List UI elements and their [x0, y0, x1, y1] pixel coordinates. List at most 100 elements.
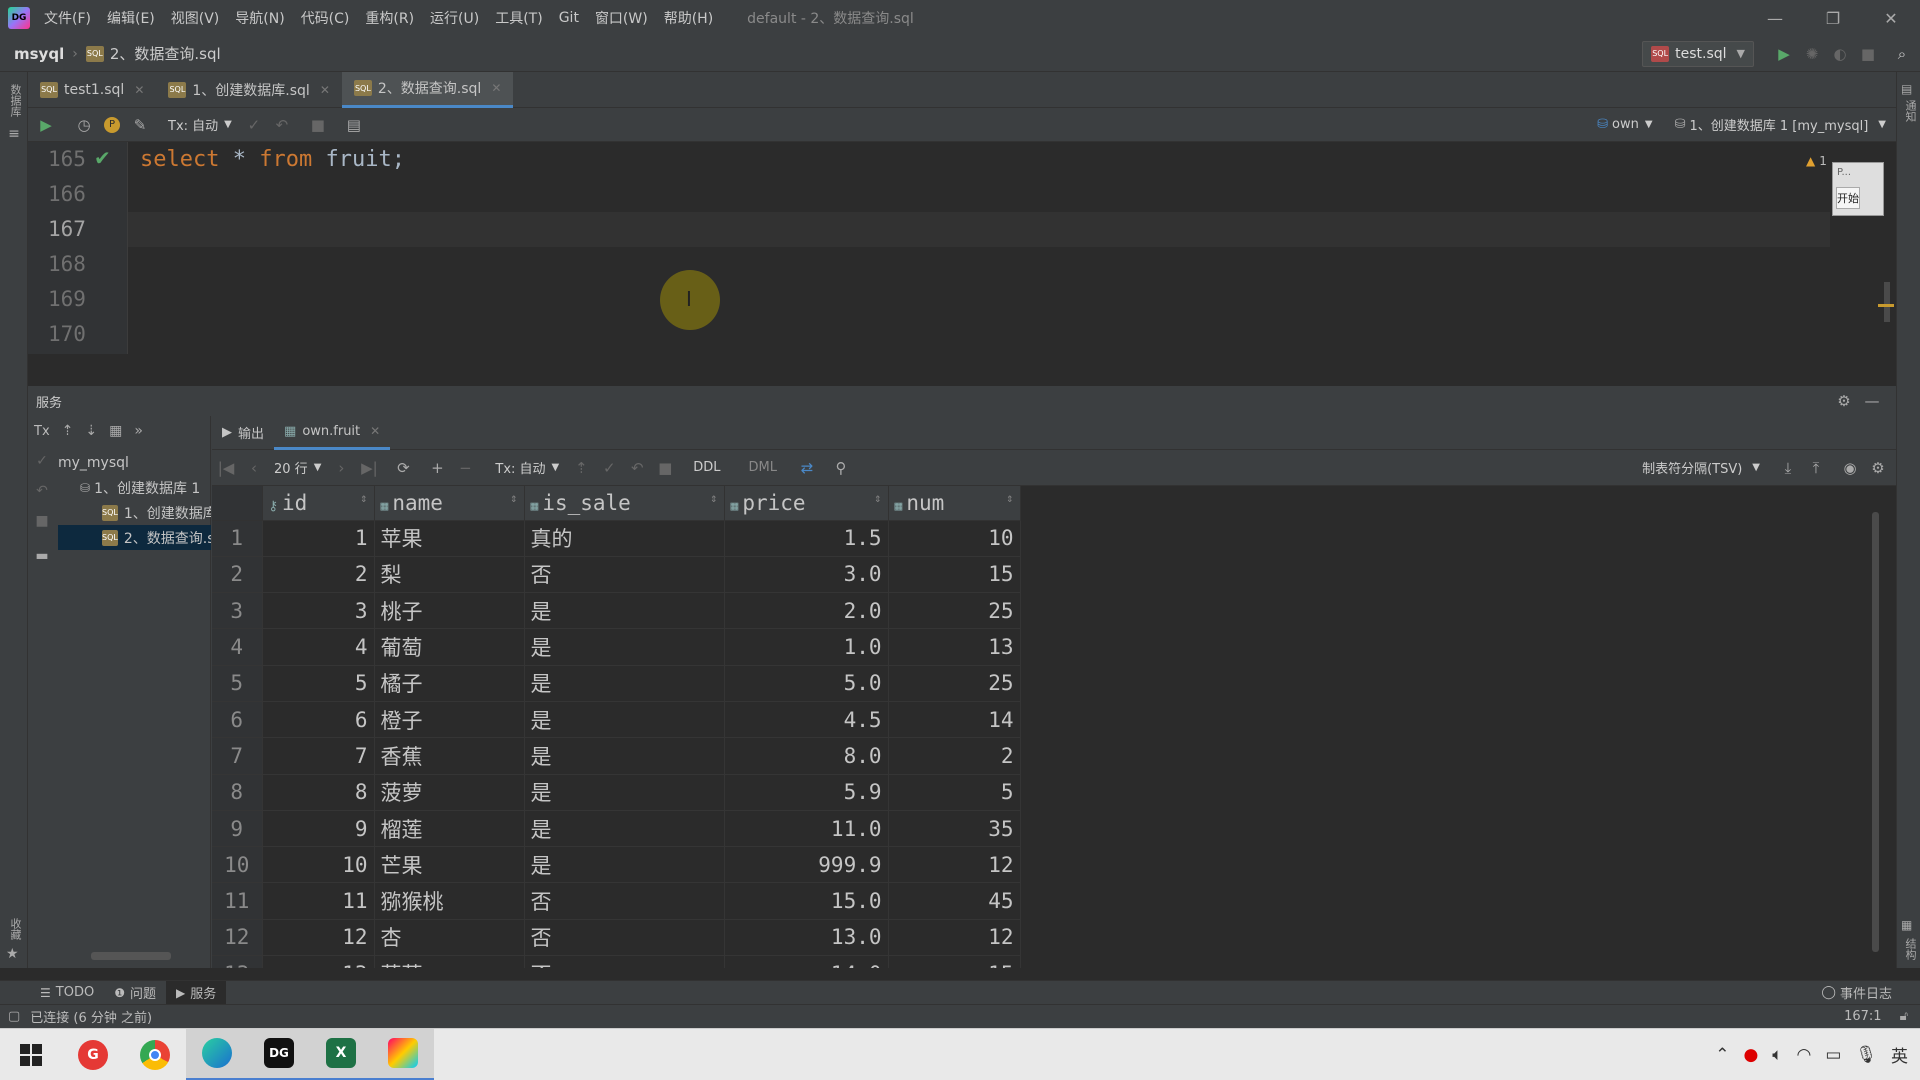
- column-header-price[interactable]: ▦ price ⇕: [724, 486, 889, 521]
- table-cell[interactable]: 5.0: [724, 665, 889, 702]
- warning-indicator[interactable]: ▲ 1: [1806, 154, 1827, 168]
- close-window-button[interactable]: ✕: [1862, 0, 1920, 36]
- table-cell[interactable]: 否: [524, 955, 725, 968]
- menu-item[interactable]: 重构(R): [365, 8, 414, 28]
- menu-item[interactable]: 编辑(E): [107, 8, 155, 28]
- profile-icon[interactable]: P: [98, 111, 126, 139]
- gear-icon[interactable]: ⚙: [1830, 387, 1858, 415]
- column-header-num[interactable]: ▦ num ⇕: [888, 486, 1021, 521]
- rollback-icon[interactable]: ↶: [623, 454, 651, 482]
- minimize-button[interactable]: —: [1746, 0, 1804, 36]
- table-cell[interactable]: 梨: [374, 556, 525, 594]
- rollback-icon[interactable]: ↶: [28, 476, 56, 506]
- table-cell[interactable]: 菠萝: [374, 774, 525, 811]
- taskbar-excel[interactable]: X: [310, 1028, 372, 1080]
- volume-icon[interactable]: 🔈︎: [1772, 1045, 1782, 1065]
- table-cell[interactable]: 4.5: [724, 701, 889, 739]
- table-cell[interactable]: 13: [262, 955, 375, 968]
- menu-item[interactable]: Git: [559, 10, 579, 26]
- stop-icon[interactable]: ■: [1854, 40, 1882, 68]
- start-button[interactable]: 开始: [1836, 187, 1860, 209]
- sort-icon[interactable]: ⇕: [510, 491, 517, 505]
- expand-all-icon[interactable]: ⇡: [62, 423, 74, 439]
- service-tree-node[interactable]: my_mysql: [58, 450, 211, 475]
- tool-window-button[interactable]: ☰ TODO: [30, 981, 104, 1005]
- ime-indicator[interactable]: 英: [1891, 1042, 1908, 1067]
- table-cell[interactable]: 2: [888, 737, 1021, 775]
- table-cell[interactable]: 13: [888, 628, 1021, 666]
- cancel-icon[interactable]: ■: [651, 454, 679, 482]
- table-cell[interactable]: 10: [888, 520, 1021, 557]
- menu-item[interactable]: 代码(C): [301, 8, 350, 28]
- cancel-icon[interactable]: ■: [304, 111, 332, 139]
- table-cell[interactable]: 8: [262, 774, 375, 811]
- next-page-icon[interactable]: ›: [327, 454, 355, 482]
- taskbar-edge[interactable]: [186, 1028, 248, 1080]
- table-cell[interactable]: 3: [262, 592, 375, 630]
- event-log-button[interactable]: ◯ 事件日志: [1821, 983, 1892, 1002]
- table-cell[interactable]: 杏: [374, 919, 525, 957]
- panel-toggle-icon[interactable]: ▢: [8, 1009, 20, 1024]
- taskbar-app-g[interactable]: G: [62, 1029, 124, 1080]
- table-row[interactable]: 12 12 杏否 13.0 12: [212, 919, 1021, 957]
- column-header-name[interactable]: ▦ name ⇕: [374, 486, 525, 521]
- table-cell[interactable]: 是: [524, 846, 725, 884]
- column-header-is_sale[interactable]: ▦ is_sale ⇕: [524, 486, 725, 521]
- group-icon[interactable]: ▦: [109, 423, 122, 439]
- service-tree-node[interactable]: SQL 2、数据查询.s: [58, 525, 211, 550]
- hide-panel-icon[interactable]: —: [1858, 387, 1886, 415]
- table-cell[interactable]: 999.9: [724, 846, 889, 884]
- sort-icon[interactable]: ⇕: [360, 491, 367, 505]
- export-format-selector[interactable]: 制表符分隔(TSV) ▼: [1642, 458, 1760, 477]
- delete-row-icon[interactable]: −: [451, 454, 479, 482]
- table-cell[interactable]: 是: [524, 737, 725, 775]
- table-cell[interactable]: 45: [888, 882, 1021, 920]
- table-cell[interactable]: 8.0: [724, 737, 889, 775]
- add-row-icon[interactable]: +: [423, 454, 451, 482]
- compare-icon[interactable]: ⇄: [793, 454, 821, 482]
- table-cell[interactable]: 12: [262, 919, 375, 957]
- table-cell[interactable]: 是: [524, 665, 725, 702]
- table-row[interactable]: 2 2 梨否 3.0 15: [212, 556, 1021, 594]
- coverage-icon[interactable]: ◐: [1826, 40, 1854, 68]
- result-tab[interactable]: ▶ 输出: [212, 416, 274, 450]
- search-everywhere-icon[interactable]: ⌕: [1888, 40, 1916, 68]
- table-cell[interactable]: 35: [888, 810, 1021, 848]
- table-cell[interactable]: 5.9: [724, 774, 889, 811]
- table-cell[interactable]: 5: [262, 665, 375, 702]
- close-icon[interactable]: ✕: [134, 83, 144, 97]
- table-cell[interactable]: 否: [524, 882, 725, 920]
- table-row[interactable]: 8 8 菠萝是 5.9 5: [212, 774, 1021, 811]
- table-cell[interactable]: 猕猴桃: [374, 882, 525, 920]
- table-cell[interactable]: 是: [524, 592, 725, 630]
- table-row[interactable]: 3 3 桃子是 2.0 25: [212, 592, 1021, 630]
- table-cell[interactable]: 11: [262, 882, 375, 920]
- table-cell[interactable]: 15: [888, 556, 1021, 594]
- sql-editor[interactable]: 165 166 167 168 169 170 ✔ select * from fruit…: [28, 142, 1896, 354]
- submit-icon[interactable]: ⇡: [567, 454, 595, 482]
- favorites-tool-window-button[interactable]: 收藏: [7, 918, 23, 940]
- table-cell[interactable]: 是: [524, 774, 725, 811]
- table-cell[interactable]: 14.0: [724, 955, 889, 968]
- debug-icon[interactable]: ✺: [1798, 40, 1826, 68]
- lock-icon[interactable]: 🔓︎: [1900, 1009, 1908, 1024]
- download-icon[interactable]: ⤓: [1774, 454, 1802, 482]
- table-cell[interactable]: 是: [524, 810, 725, 848]
- close-icon[interactable]: ✕: [370, 424, 380, 438]
- grid-scrollbar[interactable]: [1872, 512, 1879, 952]
- upload-icon[interactable]: ⤒: [1802, 454, 1830, 482]
- table-cell[interactable]: 1.5: [724, 520, 889, 557]
- breadcrumb-project[interactable]: msyql: [14, 45, 64, 63]
- notifications-tool-window-button[interactable]: 通知: [1902, 100, 1918, 122]
- result-tab[interactable]: ▦ own.fruit ✕: [274, 416, 391, 450]
- gear-icon[interactable]: ⚙: [1864, 454, 1892, 482]
- structure-tool-window-button[interactable]: 结构: [1902, 938, 1918, 960]
- column-header-id[interactable]: ⚷ id ⇕: [262, 486, 375, 521]
- sort-icon[interactable]: ⇕: [874, 491, 881, 505]
- menu-item[interactable]: 导航(N): [235, 8, 284, 28]
- battery-icon[interactable]: ▭: [1825, 1045, 1841, 1065]
- restore-button[interactable]: ❐: [1804, 0, 1862, 36]
- record-icon[interactable]: ●: [1743, 1045, 1758, 1065]
- first-page-icon[interactable]: |◀: [212, 454, 240, 482]
- caret-position[interactable]: 167:1: [1844, 1009, 1881, 1024]
